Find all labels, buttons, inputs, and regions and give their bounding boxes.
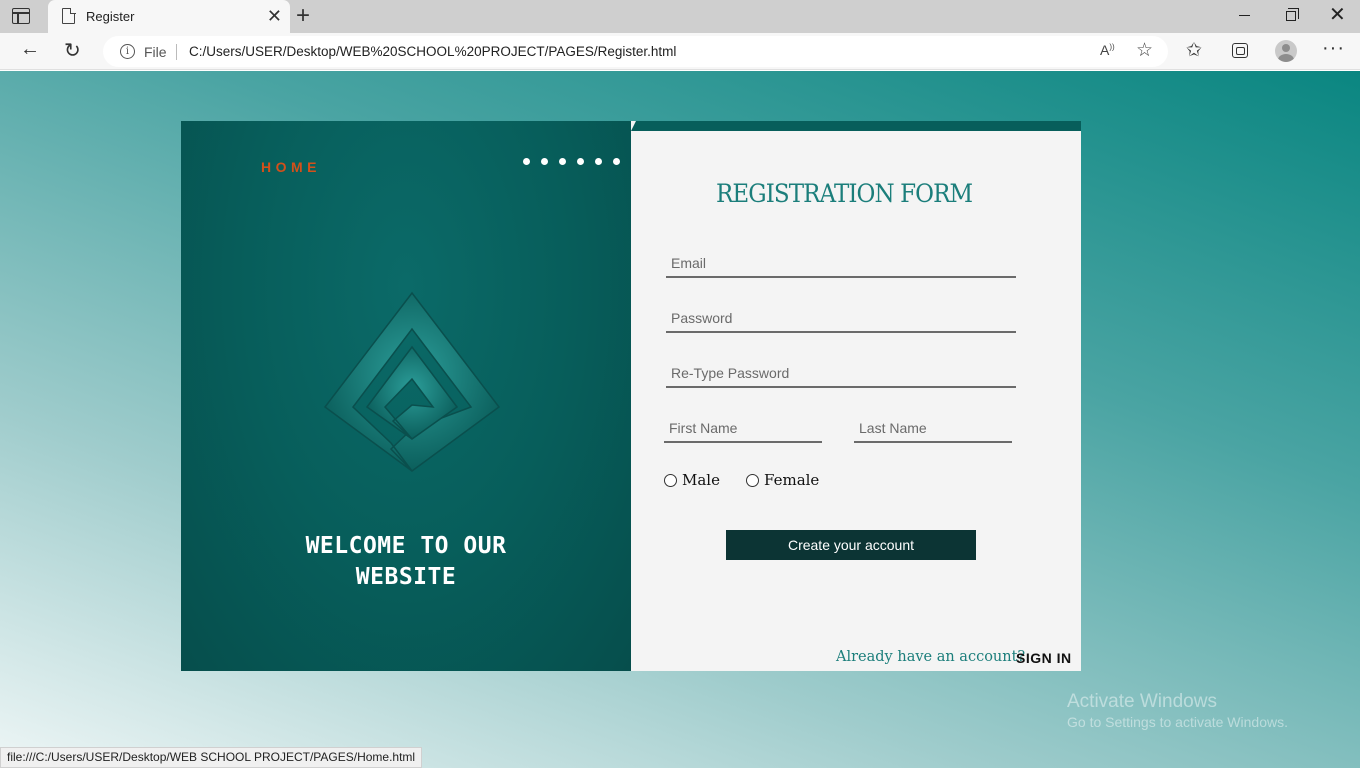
activate-windows-title: Activate Windows bbox=[1067, 691, 1217, 712]
tab-title: Register bbox=[86, 9, 135, 24]
gender-female-option[interactable]: Female bbox=[746, 471, 819, 489]
read-aloud-icon[interactable]: A)) bbox=[1100, 42, 1115, 58]
retype-password-input[interactable] bbox=[666, 360, 1016, 386]
sign-in-link[interactable]: SIGN IN bbox=[1016, 650, 1072, 666]
favorites-icon[interactable]: ✩ bbox=[1186, 39, 1202, 62]
email-input[interactable] bbox=[666, 250, 1016, 276]
already-have-account-text: Already have an account? bbox=[836, 649, 1026, 665]
dot bbox=[559, 158, 566, 165]
restore-icon[interactable] bbox=[1286, 8, 1299, 21]
add-favorite-icon[interactable]: ☆ bbox=[1136, 39, 1153, 62]
welcome-heading: WELCOME TO OUR WEBSITE bbox=[251, 531, 561, 593]
password-input[interactable] bbox=[666, 305, 1016, 331]
profile-avatar-icon[interactable] bbox=[1275, 40, 1297, 62]
address-bar[interactable]: i File C:/Users/USER/Desktop/WEB%20SCHOO… bbox=[103, 36, 1168, 67]
form-top-strip bbox=[631, 121, 1081, 131]
back-icon[interactable]: ← bbox=[20, 38, 40, 61]
activate-windows-subtitle: Go to Settings to activate Windows. bbox=[1067, 714, 1288, 730]
form-title: REGISTRATION FORM bbox=[716, 179, 973, 208]
welcome-line-2: WEBSITE bbox=[355, 564, 457, 590]
dot bbox=[613, 158, 620, 165]
last-name-field-wrapper bbox=[854, 415, 1012, 443]
info-icon[interactable]: i bbox=[120, 44, 135, 59]
new-tab-icon[interactable]: + bbox=[296, 3, 310, 29]
scheme-label: File bbox=[144, 44, 167, 60]
status-bar: file:///C:/Users/USER/Desktop/WEB SCHOOL… bbox=[0, 747, 423, 768]
male-radio[interactable] bbox=[664, 473, 677, 487]
dot bbox=[541, 158, 548, 165]
last-name-input[interactable] bbox=[854, 415, 1012, 441]
page-icon bbox=[62, 7, 76, 24]
close-tab-icon[interactable]: ✕ bbox=[267, 6, 282, 26]
browser-toolbar: ← ↻ i File C:/Users/USER/Desktop/WEB%20S… bbox=[0, 33, 1360, 70]
tab-bar: Register ✕ + ✕ bbox=[0, 0, 1360, 33]
url-text[interactable]: C:/Users/USER/Desktop/WEB%20SCHOOL%20PRO… bbox=[189, 44, 676, 59]
form-notch bbox=[631, 121, 636, 131]
more-menu-icon[interactable]: ··· bbox=[1322, 37, 1345, 60]
first-name-input[interactable] bbox=[664, 415, 822, 441]
dot bbox=[595, 158, 602, 165]
dots-decoration bbox=[523, 158, 620, 165]
logo-icon bbox=[323, 291, 501, 472]
close-window-icon[interactable]: ✕ bbox=[1329, 4, 1346, 26]
url-separator bbox=[176, 44, 177, 60]
password-field-wrapper bbox=[666, 305, 1016, 333]
retype-password-field-wrapper bbox=[666, 360, 1016, 388]
tab-actions-icon[interactable] bbox=[12, 8, 30, 24]
welcome-panel: HOME WELCOME TO OUR WEBSITE bbox=[181, 121, 631, 671]
form-panel: REGISTRATION FORM Male Femal bbox=[631, 121, 1081, 671]
home-link[interactable]: HOME bbox=[261, 159, 321, 175]
gender-male-option[interactable]: Male bbox=[664, 471, 720, 489]
welcome-line-1: WELCOME TO OUR bbox=[305, 533, 507, 559]
female-radio[interactable] bbox=[746, 473, 759, 487]
collections-icon[interactable] bbox=[1232, 43, 1248, 58]
register-card: HOME WELCOME TO OUR WEBSITE REGISTRATION… bbox=[181, 121, 1081, 671]
page-viewport: HOME WELCOME TO OUR WEBSITE REGISTRATION… bbox=[0, 71, 1360, 768]
male-label: Male bbox=[682, 471, 720, 489]
create-account-button[interactable]: Create your account bbox=[726, 530, 976, 560]
first-name-field-wrapper bbox=[664, 415, 822, 443]
dot bbox=[523, 158, 530, 165]
female-label: Female bbox=[764, 471, 820, 489]
email-field-wrapper bbox=[666, 250, 1016, 278]
dot bbox=[577, 158, 584, 165]
tab-register[interactable]: Register ✕ bbox=[48, 0, 290, 33]
minimize-icon[interactable] bbox=[1239, 15, 1250, 16]
refresh-icon[interactable]: ↻ bbox=[64, 38, 81, 63]
